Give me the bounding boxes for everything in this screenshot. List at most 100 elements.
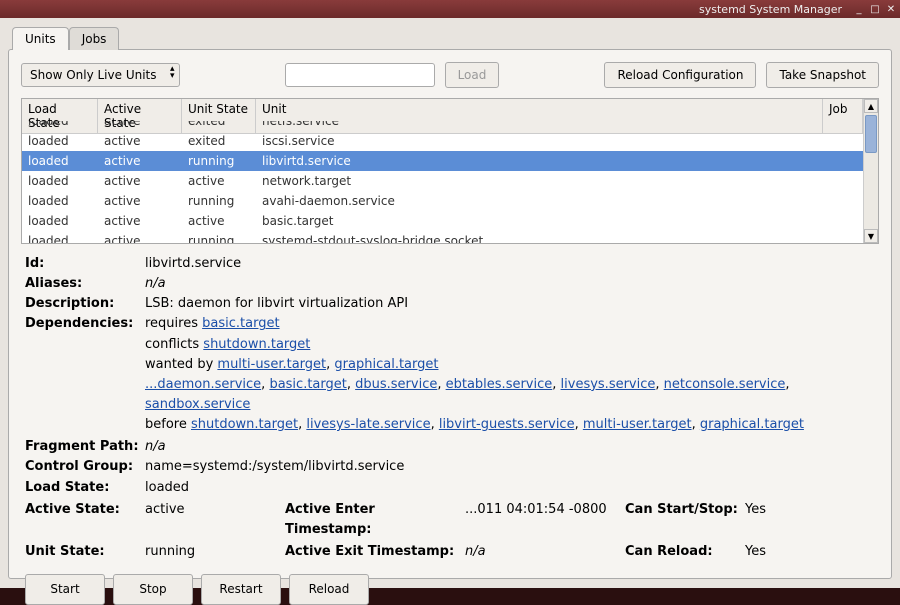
table-row[interactable]: loadedactiveactivebasic.target bbox=[22, 211, 863, 231]
value-id: libvirtd.service bbox=[145, 254, 875, 274]
cell-unit-state: running bbox=[182, 153, 256, 169]
close-icon[interactable]: ✕ bbox=[884, 2, 898, 16]
scroll-up-icon[interactable]: ▲ bbox=[864, 99, 878, 113]
table-row[interactable]: loadedactiverunningsystemd-stdout-syslog… bbox=[22, 231, 863, 243]
dep-link[interactable]: ebtables.service bbox=[446, 377, 553, 392]
table-row[interactable]: loadedactiverunningavahi-daemon.service bbox=[22, 191, 863, 211]
label-active-state: Active State: bbox=[25, 500, 145, 540]
stop-button[interactable]: Stop bbox=[113, 574, 193, 605]
table-row[interactable]: loadedactiveactivenetwork.target bbox=[22, 171, 863, 191]
table-row[interactable]: loadedactiverunninglibvirtd.service bbox=[22, 151, 863, 171]
cell-active-state: active bbox=[98, 213, 182, 229]
label-dependencies: Dependencies: bbox=[25, 314, 145, 334]
cell-job bbox=[823, 193, 863, 209]
cell-active-state: active bbox=[98, 193, 182, 209]
cell-unit-state: exited bbox=[182, 133, 256, 149]
label-description: Description: bbox=[25, 294, 145, 314]
take-snapshot-button[interactable]: Take Snapshot bbox=[766, 62, 879, 88]
cell-active-state: active bbox=[98, 173, 182, 189]
dep-link[interactable]: dbus.service bbox=[355, 377, 437, 392]
label-can-reload: Can Reload: bbox=[625, 542, 745, 562]
cell-unit: netfs.service bbox=[256, 121, 823, 129]
start-button[interactable]: Start bbox=[25, 574, 105, 605]
dep-link[interactable]: multi-user.target bbox=[217, 357, 326, 372]
cell-unit: network.target bbox=[256, 173, 823, 189]
cell-active-state: active bbox=[98, 133, 182, 149]
restart-button[interactable]: Restart bbox=[201, 574, 281, 605]
dep-link[interactable]: libvirt-guests.service bbox=[439, 417, 575, 432]
label-active-exit: Active Exit Timestamp: bbox=[285, 542, 465, 562]
value-active-exit: n/a bbox=[465, 542, 625, 562]
label-load-state: Load State: bbox=[25, 478, 145, 498]
dep-link[interactable]: sandbox.service bbox=[145, 397, 250, 412]
cell-job bbox=[823, 121, 863, 129]
cell-active-state: active bbox=[98, 153, 182, 169]
value-unit-state: running bbox=[145, 542, 285, 562]
dep-link[interactable]: basic.target bbox=[269, 377, 346, 392]
cell-unit-state: exited bbox=[182, 121, 256, 129]
scroll-down-icon[interactable]: ▼ bbox=[864, 229, 878, 243]
dep-link[interactable]: netconsole.service bbox=[664, 377, 786, 392]
table-row[interactable]: loadedactiveexitednetfs.service bbox=[22, 121, 863, 131]
reload-configuration-button[interactable]: Reload Configuration bbox=[604, 62, 756, 88]
dep-link[interactable]: ...daemon.service bbox=[145, 377, 261, 392]
cell-load-state: loaded bbox=[22, 233, 98, 243]
cell-unit: libvirtd.service bbox=[256, 153, 823, 169]
value-aliases: n/a bbox=[145, 274, 875, 294]
value-active-state: active bbox=[145, 500, 285, 540]
dep-link[interactable]: basic.target bbox=[202, 316, 279, 331]
value-can-start-stop: Yes bbox=[745, 500, 785, 540]
reload-button[interactable]: Reload bbox=[289, 574, 369, 605]
maximize-icon[interactable]: □ bbox=[868, 2, 882, 16]
window-title: systemd System Manager bbox=[699, 3, 842, 16]
filter-combo-label: Show Only Live Units bbox=[30, 68, 157, 82]
value-control-group: name=systemd:/system/libvirtd.service bbox=[145, 457, 875, 477]
deps-requires: requires basic.target bbox=[145, 314, 875, 334]
table-row[interactable]: loadedactiveexitediscsi.service bbox=[22, 131, 863, 151]
dep-link[interactable]: graphical.target bbox=[700, 417, 804, 432]
cell-active-state: active bbox=[98, 121, 182, 129]
value-description: LSB: daemon for libvirt virtualization A… bbox=[145, 294, 875, 314]
cell-unit-state: active bbox=[182, 173, 256, 189]
minimize-icon[interactable]: _ bbox=[852, 2, 866, 16]
deps-conflicts: conflicts shutdown.target bbox=[145, 335, 875, 355]
titlebar: systemd System Manager _ □ ✕ bbox=[0, 0, 900, 18]
toolbar: Show Only Live Units ▴▾ Load Reload Conf… bbox=[21, 62, 879, 88]
scrollbar[interactable]: ▲ ▼ bbox=[863, 99, 878, 243]
dep-link[interactable]: livesys-late.service bbox=[306, 417, 430, 432]
unit-name-input[interactable] bbox=[285, 63, 435, 87]
cell-job bbox=[823, 153, 863, 169]
dep-link[interactable]: shutdown.target bbox=[191, 417, 298, 432]
cell-job bbox=[823, 233, 863, 243]
cell-load-state: loaded bbox=[22, 153, 98, 169]
cell-unit: systemd-stdout-syslog-bridge.socket bbox=[256, 233, 823, 243]
value-active-enter: ...011 04:01:54 -0800 bbox=[465, 500, 625, 540]
filter-combo[interactable]: Show Only Live Units ▴▾ bbox=[21, 63, 180, 87]
label-unit-state: Unit State: bbox=[25, 542, 145, 562]
table-body: loadedactiveexitednetfs.serviceloadedact… bbox=[22, 121, 863, 243]
cell-unit-state: running bbox=[182, 193, 256, 209]
cell-load-state: loaded bbox=[22, 121, 98, 129]
dep-link[interactable]: multi-user.target bbox=[583, 417, 692, 432]
tab-units[interactable]: Units bbox=[12, 27, 69, 50]
cell-unit: basic.target bbox=[256, 213, 823, 229]
dep-link[interactable]: livesys.service bbox=[561, 377, 656, 392]
panel: Show Only Live Units ▴▾ Load Reload Conf… bbox=[8, 49, 892, 579]
cell-job bbox=[823, 213, 863, 229]
deps-after: ...daemon.service, basic.target, dbus.se… bbox=[145, 375, 875, 415]
tab-jobs[interactable]: Jobs bbox=[69, 27, 120, 50]
cell-load-state: loaded bbox=[22, 193, 98, 209]
action-row: Start Stop Restart Reload bbox=[25, 574, 875, 605]
label-aliases: Aliases: bbox=[25, 274, 145, 294]
label-id: Id: bbox=[25, 254, 145, 274]
label-can-start-stop: Can Start/Stop: bbox=[625, 500, 745, 540]
load-button[interactable]: Load bbox=[445, 62, 500, 88]
label-control-group: Control Group: bbox=[25, 457, 145, 477]
scroll-thumb[interactable] bbox=[865, 115, 877, 153]
label-active-enter: Active Enter Timestamp: bbox=[285, 500, 465, 540]
value-can-reload: Yes bbox=[745, 542, 785, 562]
dep-link[interactable]: graphical.target bbox=[334, 357, 438, 372]
cell-job bbox=[823, 173, 863, 189]
dep-link[interactable]: shutdown.target bbox=[203, 337, 310, 352]
tabs: Units Jobs bbox=[12, 26, 892, 49]
